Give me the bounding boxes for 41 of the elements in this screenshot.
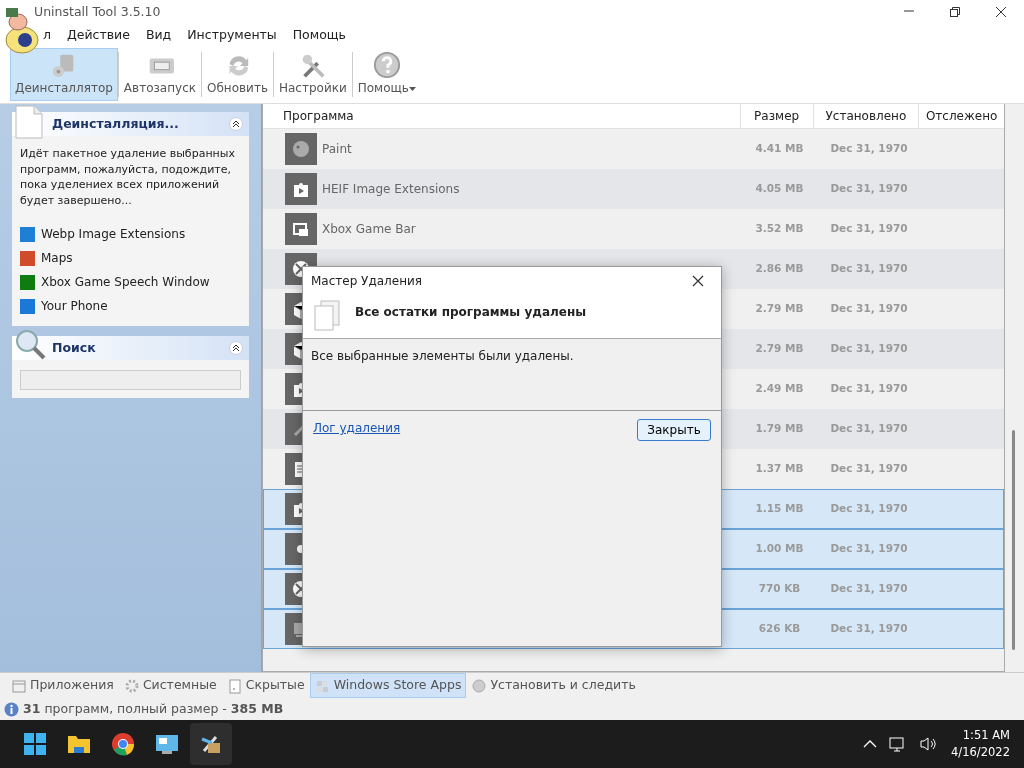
size-text: 2.79 MB (755, 301, 804, 317)
panel-title: Деинсталляция... (52, 114, 180, 133)
date-text: Dec 31, 1970 (830, 421, 908, 437)
status-text: 31 программ, полный размер - 385 MB (23, 699, 284, 718)
size-text: 1.15 MB (755, 501, 804, 517)
date-text: Dec 31, 1970 (830, 181, 908, 197)
size-text: 770 KB (758, 581, 801, 597)
panel-title: Поиск (52, 338, 97, 357)
date-text: Dec 31, 1970 (830, 301, 908, 317)
app-name: Xbox Game Speech Window (41, 274, 210, 291)
date-text: Dec 31, 1970 (830, 141, 908, 157)
size-text: 2.49 MB (755, 381, 804, 397)
date-text: Dec 31, 1970 (830, 341, 908, 357)
progress-message: Идёт пакетное удаление выбранных программ, пожалуйста, подождите, пока уделениех всех приложений будет завершено... (20, 146, 236, 208)
size-text: 2.86 MB (755, 261, 804, 277)
date-text: Dec 31, 1970 (830, 381, 908, 397)
size-text: 3.52 MB (755, 221, 804, 237)
window-title: Uninstall Tool 3.5.10 (33, 2, 161, 21)
dialog-title: Мастер Удаления (311, 273, 422, 290)
date-text: Dec 31, 1970 (830, 581, 908, 597)
size-text: 1.79 MB (755, 421, 804, 437)
size-text: 4.05 MB (755, 181, 804, 197)
size-text: 626 KB (758, 621, 801, 637)
app-name: Webp Image Extensions (41, 226, 186, 243)
program-name: Paint (322, 141, 352, 158)
date-text: Dec 31, 1970 (830, 221, 908, 237)
program-name: HEIF Image Extensions (322, 181, 460, 198)
size-text: 2.79 MB (755, 341, 804, 357)
size-text: 1.37 MB (755, 461, 804, 477)
date-text: Dec 31, 1970 (830, 261, 908, 277)
dialog-heading: Все остатки программы удалены (355, 304, 587, 321)
date-text: Dec 31, 1970 (830, 501, 908, 517)
program-name: Xbox Game Bar (322, 221, 416, 238)
date-text: Dec 31, 1970 (830, 621, 908, 637)
date-text: Dec 31, 1970 (830, 461, 908, 477)
app-name: Your Phone (41, 298, 108, 315)
size-text: 4.41 MB (755, 141, 804, 157)
size-text: 1.00 MB (755, 541, 804, 557)
app-name: Maps (41, 250, 73, 267)
date-text: Dec 31, 1970 (830, 541, 908, 557)
dialog-message: Все выбранные элементы были удалены. (311, 349, 574, 363)
